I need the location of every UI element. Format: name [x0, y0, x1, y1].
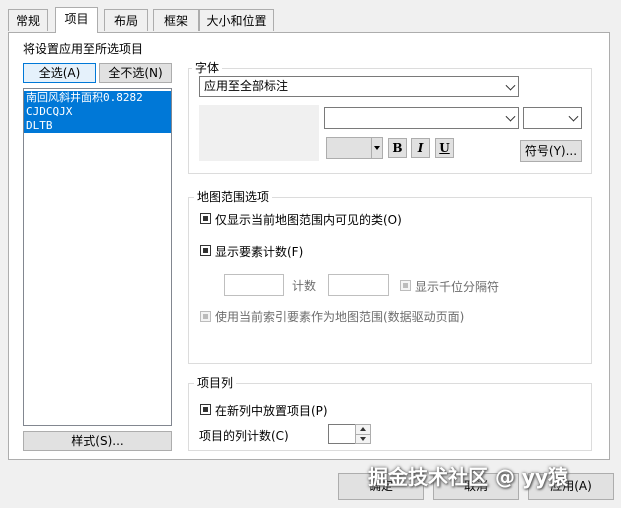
- list-item[interactable]: 南回风斜井面积0.8282: [24, 91, 171, 105]
- italic-button[interactable]: I: [411, 138, 430, 158]
- column-count-spinner[interactable]: [355, 424, 371, 444]
- apply-to-dropdown[interactable]: 应用至全部标注: [199, 76, 519, 97]
- tab-label: 常规: [15, 14, 40, 28]
- map-extent-group-title: 地图范围选项: [194, 188, 273, 205]
- select-none-button[interactable]: 全不选(N): [99, 63, 172, 83]
- color-dropdown-arrow: [371, 138, 382, 158]
- thousands-separator-checkbox[interactable]: [400, 280, 411, 291]
- columns-group-title: 项目列: [194, 374, 237, 391]
- select-all-button[interactable]: 全选(A): [23, 63, 96, 83]
- spin-up-button[interactable]: [356, 425, 370, 435]
- font-name-dropdown[interactable]: [324, 107, 519, 129]
- column-count-input[interactable]: [328, 424, 356, 444]
- tab-general[interactable]: 常规: [8, 9, 48, 31]
- apply-to-value: 应用至全部标注: [204, 79, 289, 93]
- show-count-label: 显示要素计数(F): [215, 245, 304, 259]
- list-item[interactable]: CJDCQJX: [24, 105, 171, 119]
- font-size-dropdown[interactable]: [523, 107, 582, 129]
- tab-label: 布局: [113, 14, 138, 28]
- arrow-down-icon: [360, 437, 366, 441]
- tab-items[interactable]: 项目: [55, 7, 98, 33]
- legend-items-list[interactable]: 南回风斜井面积0.8282 CJDCQJX DLTB: [23, 88, 172, 426]
- spin-down-button[interactable]: [356, 435, 370, 444]
- tab-layout[interactable]: 布局: [104, 9, 148, 31]
- tab-label: 框架: [163, 14, 188, 28]
- count-prefix-input[interactable]: [224, 274, 284, 296]
- chevron-down-icon: [505, 80, 516, 91]
- use-index-label: 使用当前索引要素作为地图范围(数据驱动页面): [215, 310, 465, 324]
- new-column-label: 在新列中放置项目(P): [215, 404, 328, 418]
- apply-to-selected-label: 将设置应用至所选项目: [23, 42, 144, 56]
- thousands-separator-label: 显示千位分隔符: [415, 280, 500, 294]
- only-visible-label: 仅显示当前地图范围内可见的类(O): [215, 213, 402, 227]
- underline-button[interactable]: U: [435, 138, 454, 158]
- count-label: 计数: [292, 279, 317, 293]
- font-color-picker[interactable]: [326, 137, 383, 159]
- style-button[interactable]: 样式(S)...: [23, 431, 172, 451]
- chevron-down-icon: [568, 111, 579, 122]
- use-index-checkbox[interactable]: [200, 311, 211, 322]
- triangle-down-icon: [374, 146, 380, 150]
- bold-button[interactable]: B: [388, 138, 407, 158]
- tab-label: 大小和位置: [206, 14, 267, 28]
- column-count-label: 项目的列计数(C): [199, 429, 289, 443]
- tab-frame[interactable]: 框架: [153, 9, 199, 31]
- tab-size-position[interactable]: 大小和位置: [199, 9, 274, 31]
- chevron-down-icon: [505, 111, 516, 122]
- tab-label: 项目: [64, 12, 89, 26]
- list-item[interactable]: DLTB: [24, 119, 171, 133]
- watermark: 掘金技术社区 @ yy猿: [368, 465, 568, 489]
- count-suffix-input[interactable]: [328, 274, 389, 296]
- font-preview: [199, 105, 319, 161]
- symbol-button[interactable]: 符号(Y)...: [520, 140, 582, 162]
- font-group-title: 字体: [192, 59, 223, 76]
- only-visible-checkbox[interactable]: [200, 213, 211, 224]
- new-column-checkbox[interactable]: [200, 404, 211, 415]
- arrow-up-icon: [360, 427, 366, 431]
- show-count-checkbox[interactable]: [200, 245, 211, 256]
